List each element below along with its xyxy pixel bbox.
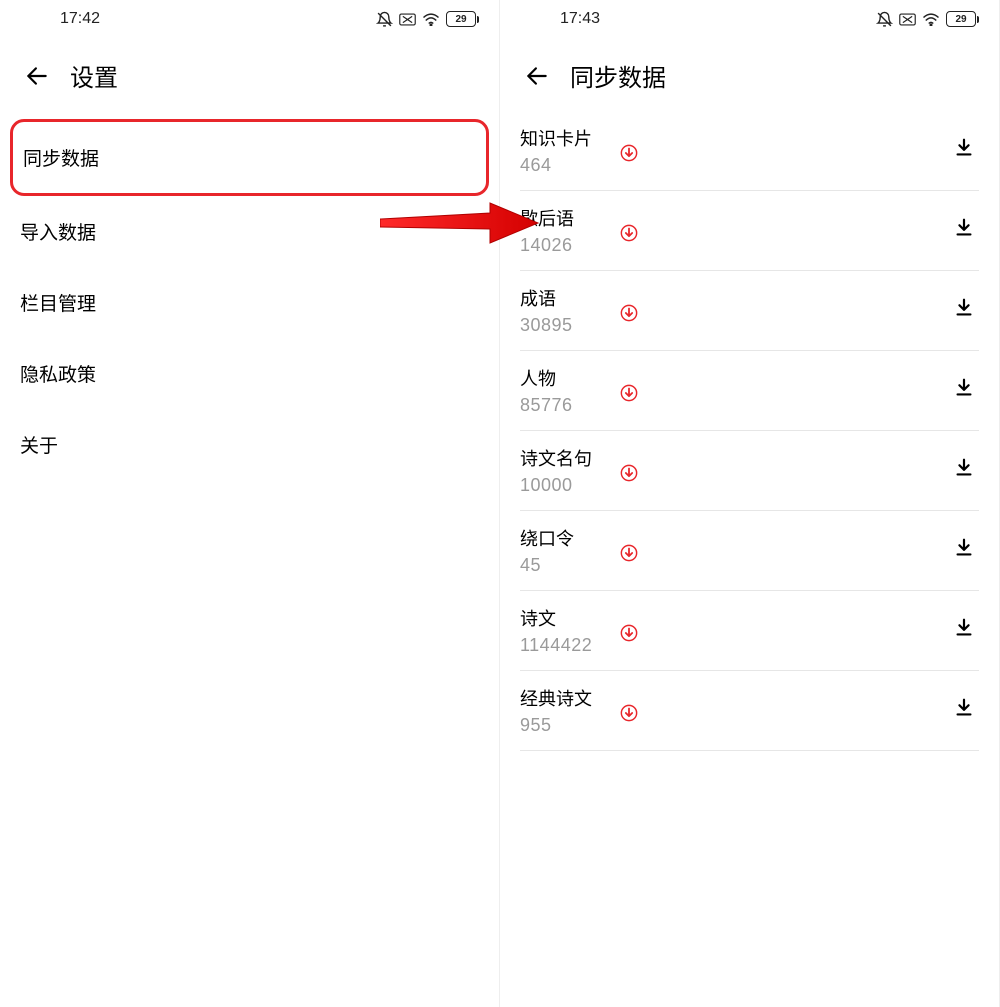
- status-icons: 29: [376, 11, 479, 28]
- mute-icon: [876, 11, 893, 28]
- sync-item[interactable]: 经典诗文 955: [520, 671, 979, 751]
- settings-item-import[interactable]: 导入数据: [0, 196, 499, 267]
- sync-item-count: 14026: [520, 235, 616, 256]
- sync-item-name: 歇后语: [520, 205, 616, 231]
- sync-item-text: 人物 85776: [520, 365, 616, 416]
- status-icons: 29: [876, 11, 979, 28]
- settings-item-about[interactable]: 关于: [0, 409, 499, 480]
- mute-icon: [376, 11, 393, 28]
- sync-item-count: 30895: [520, 315, 616, 336]
- wifi-icon: [422, 12, 440, 26]
- download-button[interactable]: [953, 297, 975, 324]
- status-bar: 17:42 29: [0, 0, 499, 34]
- sync-item-text: 绕口令 45: [520, 525, 616, 576]
- sync-item-name: 经典诗文: [520, 685, 616, 711]
- settings-item-label: 导入数据: [20, 223, 96, 244]
- status-bar: 17:43 29: [500, 0, 999, 34]
- left-phone-pane: 17:42 29 设置 同步数据导入数据栏目管理隐私政策关于: [0, 0, 500, 1007]
- no-sim-icon: [399, 13, 416, 26]
- sync-item-count: 1144422: [520, 635, 616, 656]
- update-available-icon: [620, 384, 638, 407]
- sync-item-text: 歇后语 14026: [520, 205, 616, 256]
- update-available-icon: [620, 224, 638, 247]
- app-bar: 同步数据: [500, 34, 999, 111]
- arrow-left-icon: [24, 63, 50, 89]
- sync-item[interactable]: 诗文 1144422: [520, 591, 979, 671]
- page-title: 设置: [70, 58, 118, 93]
- sync-item-name: 绕口令: [520, 525, 616, 551]
- sync-item-text: 诗文名句 10000: [520, 445, 616, 496]
- settings-item-label: 隐私政策: [20, 365, 96, 386]
- sync-item-text: 诗文 1144422: [520, 605, 616, 656]
- settings-item-label: 栏目管理: [20, 294, 96, 315]
- sync-item-count: 955: [520, 715, 616, 736]
- sync-item[interactable]: 成语 30895: [520, 271, 979, 351]
- sync-item-text: 成语 30895: [520, 285, 616, 336]
- sync-item[interactable]: 绕口令 45: [520, 511, 979, 591]
- settings-item-label: 同步数据: [23, 149, 99, 170]
- update-available-icon: [620, 544, 638, 567]
- right-phone-pane: 17:43 29 同步数据 知识卡片 464 歇后语 14026 成语 30895 人物 85…: [500, 0, 1000, 1007]
- sync-item-count: 85776: [520, 395, 616, 416]
- no-sim-icon: [899, 13, 916, 26]
- download-button[interactable]: [953, 217, 975, 244]
- settings-item-privacy[interactable]: 隐私政策: [0, 338, 499, 409]
- sync-item[interactable]: 知识卡片 464: [520, 111, 979, 191]
- sync-item-name: 诗文: [520, 605, 616, 631]
- download-button[interactable]: [953, 377, 975, 404]
- update-available-icon: [620, 464, 638, 487]
- update-available-icon: [620, 704, 638, 727]
- wifi-icon: [922, 12, 940, 26]
- sync-item[interactable]: 诗文名句 10000: [520, 431, 979, 511]
- download-button[interactable]: [953, 617, 975, 644]
- update-available-icon: [620, 144, 638, 167]
- download-button[interactable]: [953, 537, 975, 564]
- battery-icon: 29: [446, 11, 479, 27]
- battery-level: 29: [455, 14, 466, 25]
- update-available-icon: [620, 624, 638, 647]
- status-time: 17:43: [560, 10, 600, 28]
- sync-item[interactable]: 人物 85776: [520, 351, 979, 431]
- back-button[interactable]: [24, 63, 50, 89]
- update-available-icon: [620, 304, 638, 327]
- settings-item-sync[interactable]: 同步数据: [10, 119, 489, 196]
- sync-list: 知识卡片 464 歇后语 14026 成语 30895 人物 85776 诗文名句 10000 绕口…: [500, 111, 999, 751]
- sync-item-name: 人物: [520, 365, 616, 391]
- app-bar: 设置: [0, 34, 499, 111]
- arrow-left-icon: [524, 63, 550, 89]
- settings-list: 同步数据导入数据栏目管理隐私政策关于: [0, 111, 499, 480]
- sync-item-name: 知识卡片: [520, 125, 616, 151]
- back-button[interactable]: [524, 63, 550, 89]
- sync-item-count: 10000: [520, 475, 616, 496]
- battery-level: 29: [955, 14, 966, 25]
- sync-item-text: 知识卡片 464: [520, 125, 616, 176]
- download-button[interactable]: [953, 457, 975, 484]
- battery-icon: 29: [946, 11, 979, 27]
- sync-item-name: 成语: [520, 285, 616, 311]
- settings-item-columns[interactable]: 栏目管理: [0, 267, 499, 338]
- download-button[interactable]: [953, 697, 975, 724]
- sync-item-text: 经典诗文 955: [520, 685, 616, 736]
- page-title: 同步数据: [570, 58, 666, 93]
- sync-item-count: 45: [520, 555, 616, 576]
- sync-item[interactable]: 歇后语 14026: [520, 191, 979, 271]
- settings-item-label: 关于: [20, 436, 58, 457]
- status-time: 17:42: [60, 10, 100, 28]
- sync-item-name: 诗文名句: [520, 445, 616, 471]
- sync-item-count: 464: [520, 155, 616, 176]
- download-button[interactable]: [953, 137, 975, 164]
